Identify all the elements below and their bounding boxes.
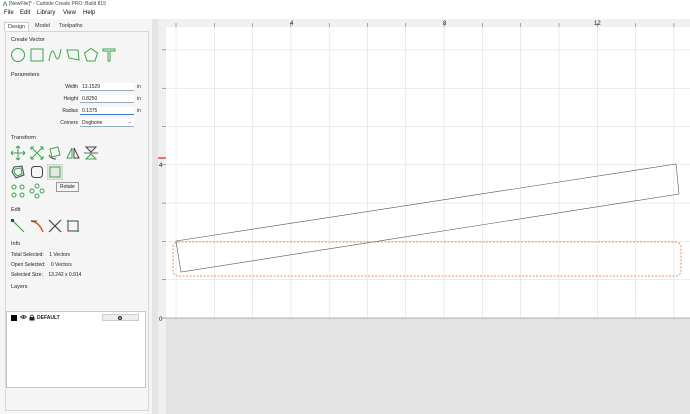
rectangle-icon[interactable] <box>29 47 45 63</box>
selected-size-line: Selected Size: 13.242 x 0.914 <box>11 272 81 278</box>
window-title: [NewFile]* - Carbide Create PRO: Build 8… <box>9 1 106 7</box>
canvas-drawing[interactable]: 4 8 12 4 0 <box>158 19 690 414</box>
circle-icon[interactable] <box>10 47 26 63</box>
height-field[interactable] <box>80 95 134 103</box>
radius-unit: in <box>137 108 141 114</box>
transform-title: Transform <box>11 135 36 141</box>
eye-icon[interactable] <box>19 314 28 322</box>
panel-tabs: Design Model Toolpaths <box>0 22 152 31</box>
corners-select-value: Dogbone <box>82 120 103 126</box>
corners-label: Corners <box>60 120 78 126</box>
chevron-down-icon: ⌄ <box>127 119 132 125</box>
move-icon[interactable] <box>10 145 26 161</box>
trim-icon[interactable] <box>29 218 45 234</box>
polygon-icon[interactable] <box>65 47 81 63</box>
lock-icon[interactable] <box>29 314 35 323</box>
open-selected-line: Open Selected: 0 Vectors <box>11 262 72 268</box>
flip-icon[interactable] <box>83 145 99 161</box>
text-icon[interactable] <box>101 47 117 63</box>
curve-icon[interactable] <box>47 47 63 63</box>
selected-size-value: 13.242 x 0.914 <box>48 272 82 278</box>
open-selected-value: 0 Vectors <box>50 262 72 268</box>
total-selected-value: 1 Vectors <box>49 252 71 258</box>
top-ruler <box>158 19 690 27</box>
ruler-top-label-12: 12 <box>594 21 601 27</box>
left-panel: Design Model Toolpaths Create Vector Par… <box>0 19 152 414</box>
rotate-icon[interactable] <box>47 145 63 161</box>
pentagon-icon[interactable] <box>83 47 99 63</box>
offset-icon[interactable] <box>10 164 26 180</box>
fillet-icon[interactable] <box>29 164 45 180</box>
layers-title: Layers <box>11 284 28 290</box>
selected-size-label: Selected Size: <box>11 272 43 278</box>
node-edit-icon[interactable] <box>10 218 26 234</box>
total-selected-line: Total Selected: 1 Vectors <box>11 252 70 258</box>
create-vector-title: Create Vector <box>11 37 45 43</box>
radius-field[interactable] <box>80 107 134 115</box>
height-unit: in <box>137 96 141 102</box>
layer-settings-button[interactable] <box>102 314 139 321</box>
layer-color-swatch[interactable] <box>11 315 17 321</box>
edit-title: Edit <box>11 207 21 213</box>
menu-library[interactable]: Library <box>37 10 55 16</box>
width-unit: in <box>137 84 141 90</box>
menu-help[interactable]: Help <box>83 10 95 16</box>
corners-select[interactable]: Dogbone ⌄ <box>80 119 134 127</box>
tab-toolpaths[interactable]: Toolpaths <box>56 22 86 31</box>
layers-list: DEFAULT <box>6 311 146 388</box>
width-label: Width <box>65 84 78 90</box>
layer-name: DEFAULT <box>37 315 60 321</box>
stock-area <box>166 27 690 318</box>
menu-edit[interactable]: Edit <box>20 10 30 16</box>
menu-bar: File Edit Library View Help <box>0 9 690 19</box>
cut-icon[interactable] <box>47 218 63 234</box>
dogbone-icon[interactable] <box>47 164 63 180</box>
width-field[interactable] <box>80 83 134 91</box>
join-icon[interactable] <box>65 218 81 234</box>
info-title: Info <box>11 241 21 247</box>
circular-array-icon[interactable] <box>29 183 45 199</box>
scale-icon[interactable] <box>29 145 45 161</box>
app-logo-icon <box>2 0 8 7</box>
height-label: Height <box>63 96 78 102</box>
mirror-icon[interactable] <box>65 145 81 161</box>
menu-view[interactable]: View <box>63 10 76 16</box>
array-icon[interactable] <box>10 183 26 199</box>
left-ruler <box>158 27 166 414</box>
tab-model[interactable]: Model <box>32 22 53 31</box>
radius-label: Radius <box>62 108 78 114</box>
layer-row[interactable]: DEFAULT <box>9 314 143 322</box>
open-selected-label: Open Selected: <box>11 262 46 268</box>
parameters-title: Parameters <box>11 72 40 78</box>
menu-file[interactable]: File <box>4 10 14 16</box>
tooltip: Rotate <box>56 182 79 192</box>
title-bar: [NewFile]* - Carbide Create PRO: Build 8… <box>0 0 690 9</box>
tab-design[interactable]: Design <box>4 22 30 31</box>
total-selected-label: Total Selected: <box>11 252 44 258</box>
design-canvas[interactable]: 4 8 12 4 0 <box>158 19 690 414</box>
